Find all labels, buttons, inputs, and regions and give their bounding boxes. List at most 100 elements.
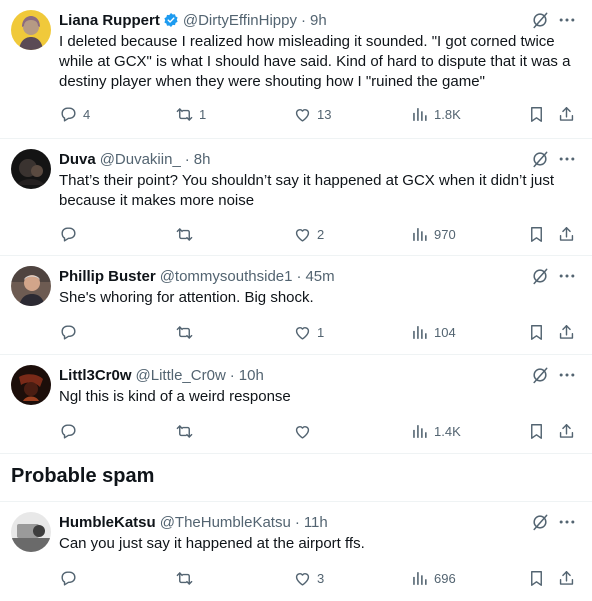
avatar[interactable] <box>11 512 51 552</box>
tweet-text: I deleted because I realized how mislead… <box>59 33 571 90</box>
timestamp[interactable]: 8h <box>194 151 211 168</box>
repost-button[interactable] <box>175 223 199 245</box>
like-icon <box>293 225 312 244</box>
share-button[interactable] <box>557 567 576 589</box>
repost-count: 1 <box>199 106 207 122</box>
reply-button[interactable] <box>59 567 83 589</box>
share-button[interactable] <box>557 223 576 245</box>
views-button[interactable]: 696 <box>410 567 456 589</box>
views-button[interactable]: 1.4K <box>410 420 461 442</box>
views-icon <box>410 323 429 342</box>
tweet-text: Can you just say it happened at the airp… <box>59 535 365 552</box>
timestamp[interactable]: 45m <box>305 268 334 285</box>
bookmark-icon <box>527 323 546 342</box>
action-bar: 1 104 <box>0 321 592 343</box>
bookmark-icon <box>527 422 546 441</box>
display-name[interactable]: Phillip Buster <box>59 268 156 285</box>
separator: · <box>296 267 302 285</box>
like-button[interactable]: 1 <box>293 321 324 343</box>
view-count: 970 <box>434 226 456 242</box>
repost-button[interactable] <box>175 567 199 589</box>
like-icon <box>293 323 312 342</box>
more-icon[interactable] <box>557 149 577 169</box>
grok-icon[interactable] <box>530 512 550 532</box>
like-button[interactable]: 3 <box>293 567 324 589</box>
grok-icon[interactable] <box>530 10 550 30</box>
timestamp[interactable]: 11h <box>304 514 328 531</box>
like-button[interactable]: 2 <box>293 223 324 245</box>
reply-icon <box>59 422 78 441</box>
like-count: 3 <box>317 570 325 586</box>
reply-button[interactable] <box>59 223 83 245</box>
grok-icon[interactable] <box>530 266 550 286</box>
bookmark-button[interactable] <box>527 321 546 343</box>
share-button[interactable] <box>557 321 576 343</box>
more-icon[interactable] <box>557 266 577 286</box>
tweet-humblekatsu[interactable]: HumbleKatsu @TheHumbleKatsu · 11h Can yo… <box>0 502 592 600</box>
username[interactable]: @Duvakiin_ <box>100 151 181 168</box>
reply-icon <box>59 105 78 124</box>
more-icon[interactable] <box>557 10 577 30</box>
share-icon <box>557 323 576 342</box>
username[interactable]: @TheHumbleKatsu <box>160 514 291 531</box>
display-name[interactable]: Liana Ruppert <box>59 12 160 29</box>
username[interactable]: @DirtyEffinHippy <box>183 12 297 29</box>
action-bar: 1.4K <box>0 420 592 442</box>
repost-icon <box>175 105 194 124</box>
repost-icon <box>175 569 194 588</box>
avatar[interactable] <box>11 10 51 50</box>
username[interactable]: @tommysouthside1 <box>160 268 293 285</box>
bookmark-button[interactable] <box>527 223 546 245</box>
views-button[interactable]: 104 <box>410 321 456 343</box>
display-name[interactable]: HumbleKatsu <box>59 514 156 531</box>
grok-icon[interactable] <box>530 365 550 385</box>
repost-button[interactable]: 1 <box>175 103 206 125</box>
repost-button[interactable] <box>175 321 199 343</box>
more-icon[interactable] <box>557 512 577 532</box>
like-icon <box>293 569 312 588</box>
bookmark-button[interactable] <box>527 103 546 125</box>
share-icon <box>557 569 576 588</box>
repost-icon <box>175 422 194 441</box>
divider <box>0 453 592 454</box>
views-icon <box>410 105 429 124</box>
tweet-phillip-buster[interactable]: Phillip Buster @tommysouthside1 · 45m Sh… <box>0 256 592 354</box>
timestamp[interactable]: 9h <box>310 12 327 29</box>
timestamp[interactable]: 10h <box>239 367 264 384</box>
bookmark-icon <box>527 569 546 588</box>
avatar[interactable] <box>11 149 51 189</box>
bookmark-button[interactable] <box>527 567 546 589</box>
avatar[interactable] <box>11 266 51 306</box>
views-button[interactable]: 970 <box>410 223 456 245</box>
like-button[interactable] <box>293 420 317 442</box>
repost-button[interactable] <box>175 420 199 442</box>
tweet-text: That’s their point? You shouldn’t say it… <box>59 172 555 209</box>
grok-icon[interactable] <box>530 149 550 169</box>
repost-icon <box>175 225 194 244</box>
tweet-header: Duva @Duvakiin_ · 8h <box>59 149 210 169</box>
more-icon[interactable] <box>557 365 577 385</box>
reply-button[interactable]: 4 <box>59 103 90 125</box>
like-button[interactable]: 13 <box>293 103 331 125</box>
views-icon <box>410 225 429 244</box>
share-button[interactable] <box>557 103 576 125</box>
verified-badge-icon <box>163 12 179 28</box>
bookmark-button[interactable] <box>527 420 546 442</box>
tweet-header: Liana Ruppert @DirtyEffinHippy · 9h <box>59 10 327 30</box>
reply-button[interactable] <box>59 321 83 343</box>
avatar[interactable] <box>11 365 51 405</box>
display-name[interactable]: Littl3Cr0w <box>59 367 132 384</box>
reply-icon <box>59 225 78 244</box>
reply-button[interactable] <box>59 420 83 442</box>
share-button[interactable] <box>557 420 576 442</box>
tweet-duva[interactable]: Duva @Duvakiin_ · 8h That’s their point?… <box>0 139 592 255</box>
tweet-liana-ruppert[interactable]: Liana Ruppert @DirtyEffinHippy · 9h I de… <box>0 0 592 138</box>
display-name[interactable]: Duva <box>59 151 96 168</box>
like-count: 1 <box>317 324 325 340</box>
username[interactable]: @Little_Cr0w <box>136 367 226 384</box>
like-icon <box>293 422 312 441</box>
tweet-littl3cr0w[interactable]: Littl3Cr0w @Little_Cr0w · 10h Ngl this i… <box>0 355 592 453</box>
reply-icon <box>59 569 78 588</box>
repost-icon <box>175 323 194 342</box>
views-button[interactable]: 1.8K <box>410 103 461 125</box>
